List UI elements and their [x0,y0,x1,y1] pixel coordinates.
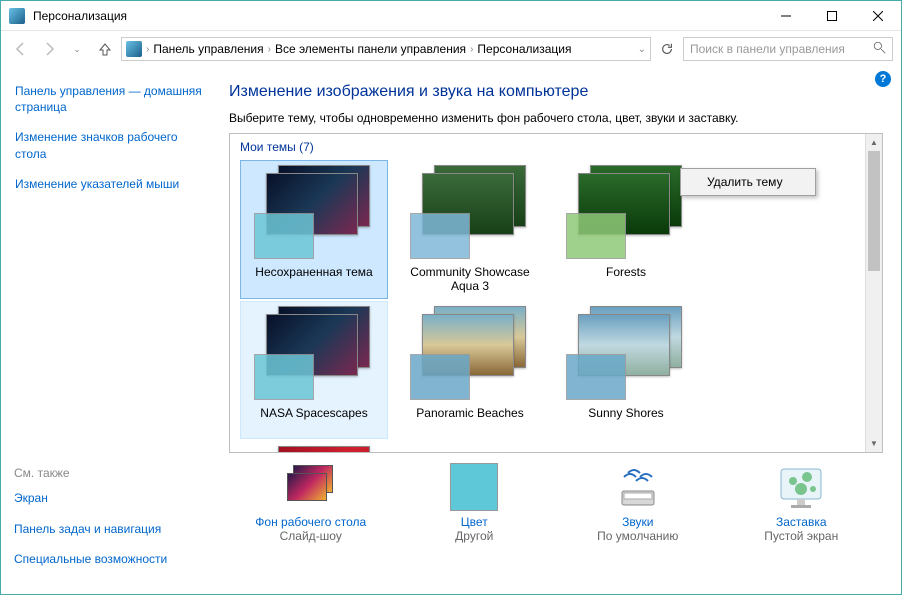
bottom-background[interactable]: Фон рабочего стола Слайд-шоу [236,463,386,543]
theme-name: Panoramic Beaches [416,406,523,434]
window-title: Персонализация [33,9,763,23]
theme-name: Sunny Shores [588,406,663,434]
chevron-down-icon[interactable]: ⌄ [638,44,646,55]
sidebar-link-pointers[interactable]: Изменение указателей мыши [15,176,207,192]
theme-item[interactable]: Sunny Shores [552,301,700,439]
back-button[interactable] [9,37,33,61]
theme-name: NASA Spacescapes [260,406,367,434]
refresh-button[interactable] [655,37,679,61]
sounds-icon [614,463,662,511]
sidebar-link-home[interactable]: Панель управления — домашняя страница [15,83,207,115]
see-also: См. также Экран Панель задач и навигация… [14,466,214,581]
bottom-background-link[interactable]: Фон рабочего стола [255,515,366,529]
theme-thumbnail [254,446,374,452]
maximize-button[interactable] [809,1,855,31]
see-also-accessibility[interactable]: Специальные возможности [14,551,214,567]
breadcrumb-seg3[interactable]: Персонализация [477,42,571,56]
search-icon[interactable] [873,41,886,57]
search-input[interactable] [690,42,873,56]
theme-item[interactable]: Синхронизированная тема [240,441,388,452]
theme-item[interactable]: Community Showcase Aqua 3 [396,160,544,299]
page-heading: Изменение изображения и звука на компьют… [229,83,883,101]
theme-item[interactable]: NASA Spacescapes [240,301,388,439]
bottom-sounds[interactable]: Звуки По умолчанию [563,463,713,543]
see-also-header: См. также [14,466,214,480]
chevron-right-icon: › [146,44,149,55]
theme-thumbnail [566,306,686,400]
background-icon [287,463,335,511]
breadcrumb-seg1[interactable]: Панель управления [153,42,263,56]
address-bar[interactable]: › Панель управления › Все элементы панел… [121,37,651,61]
theme-grid: Несохраненная тема Community Showcase Aqu… [240,160,855,452]
bottom-sounds-sub: По умолчанию [597,529,678,543]
control-panel-icon [126,41,142,57]
screensaver-icon [777,463,825,511]
theme-thumbnail [410,165,530,259]
theme-item[interactable]: Forests [552,160,700,299]
theme-item[interactable]: Несохраненная тема [240,160,388,299]
chevron-right-icon: › [268,44,271,55]
scroll-thumb[interactable] [868,151,880,271]
minimize-button[interactable] [763,1,809,31]
content: ? Изменение изображения и звука на компь… [221,67,901,594]
recent-button[interactable]: ⌄ [65,37,89,61]
scrollbar[interactable]: ▲ ▼ [865,134,882,452]
window-icon [9,8,25,24]
bottom-color-link[interactable]: Цвет [461,515,488,529]
scroll-down-icon[interactable]: ▼ [866,435,882,452]
bottom-screensaver-link[interactable]: Заставка [776,515,827,529]
titlebar: Персонализация [1,1,901,31]
theme-name: Forests [606,265,646,293]
forward-button[interactable] [37,37,61,61]
theme-name: Несохраненная тема [255,265,372,293]
bottom-background-sub: Слайд-шоу [280,529,342,543]
theme-thumbnail [254,306,374,400]
search-box[interactable] [683,37,893,61]
scroll-up-icon[interactable]: ▲ [866,134,882,151]
my-themes-label: Мои темы (7) [240,140,855,154]
see-also-taskbar[interactable]: Панель задач и навигация [14,521,214,537]
bottom-sounds-link[interactable]: Звуки [622,515,653,529]
theme-name: Community Showcase Aqua 3 [399,265,541,294]
color-icon [450,463,498,511]
close-button[interactable] [855,1,901,31]
theme-thumbnail [254,165,374,259]
up-button[interactable] [93,37,117,61]
theme-item[interactable]: Panoramic Beaches [396,301,544,439]
context-menu-delete-theme[interactable]: Удалить тему [683,171,813,193]
context-menu: Удалить тему [680,168,816,196]
sidebar: Панель управления — домашняя страница Из… [1,67,221,594]
bottom-screensaver-sub: Пустой экран [764,529,838,543]
bottom-bar: Фон рабочего стола Слайд-шоу Цвет Другой… [229,453,883,543]
page-subtitle: Выберите тему, чтобы одновременно измени… [229,111,883,125]
bottom-color-sub: Другой [455,529,493,543]
chevron-right-icon: › [470,44,473,55]
bottom-color[interactable]: Цвет Другой [399,463,549,543]
theme-thumbnail [566,165,686,259]
navbar: ⌄ › Панель управления › Все элементы пан… [1,31,901,67]
theme-thumbnail [410,306,530,400]
breadcrumb-seg2[interactable]: Все элементы панели управления [275,42,466,56]
sidebar-link-icons[interactable]: Изменение значков рабочего стола [15,129,207,161]
bottom-screensaver[interactable]: Заставка Пустой экран [726,463,876,543]
see-also-display[interactable]: Экран [14,490,214,506]
help-button[interactable]: ? [875,71,891,87]
